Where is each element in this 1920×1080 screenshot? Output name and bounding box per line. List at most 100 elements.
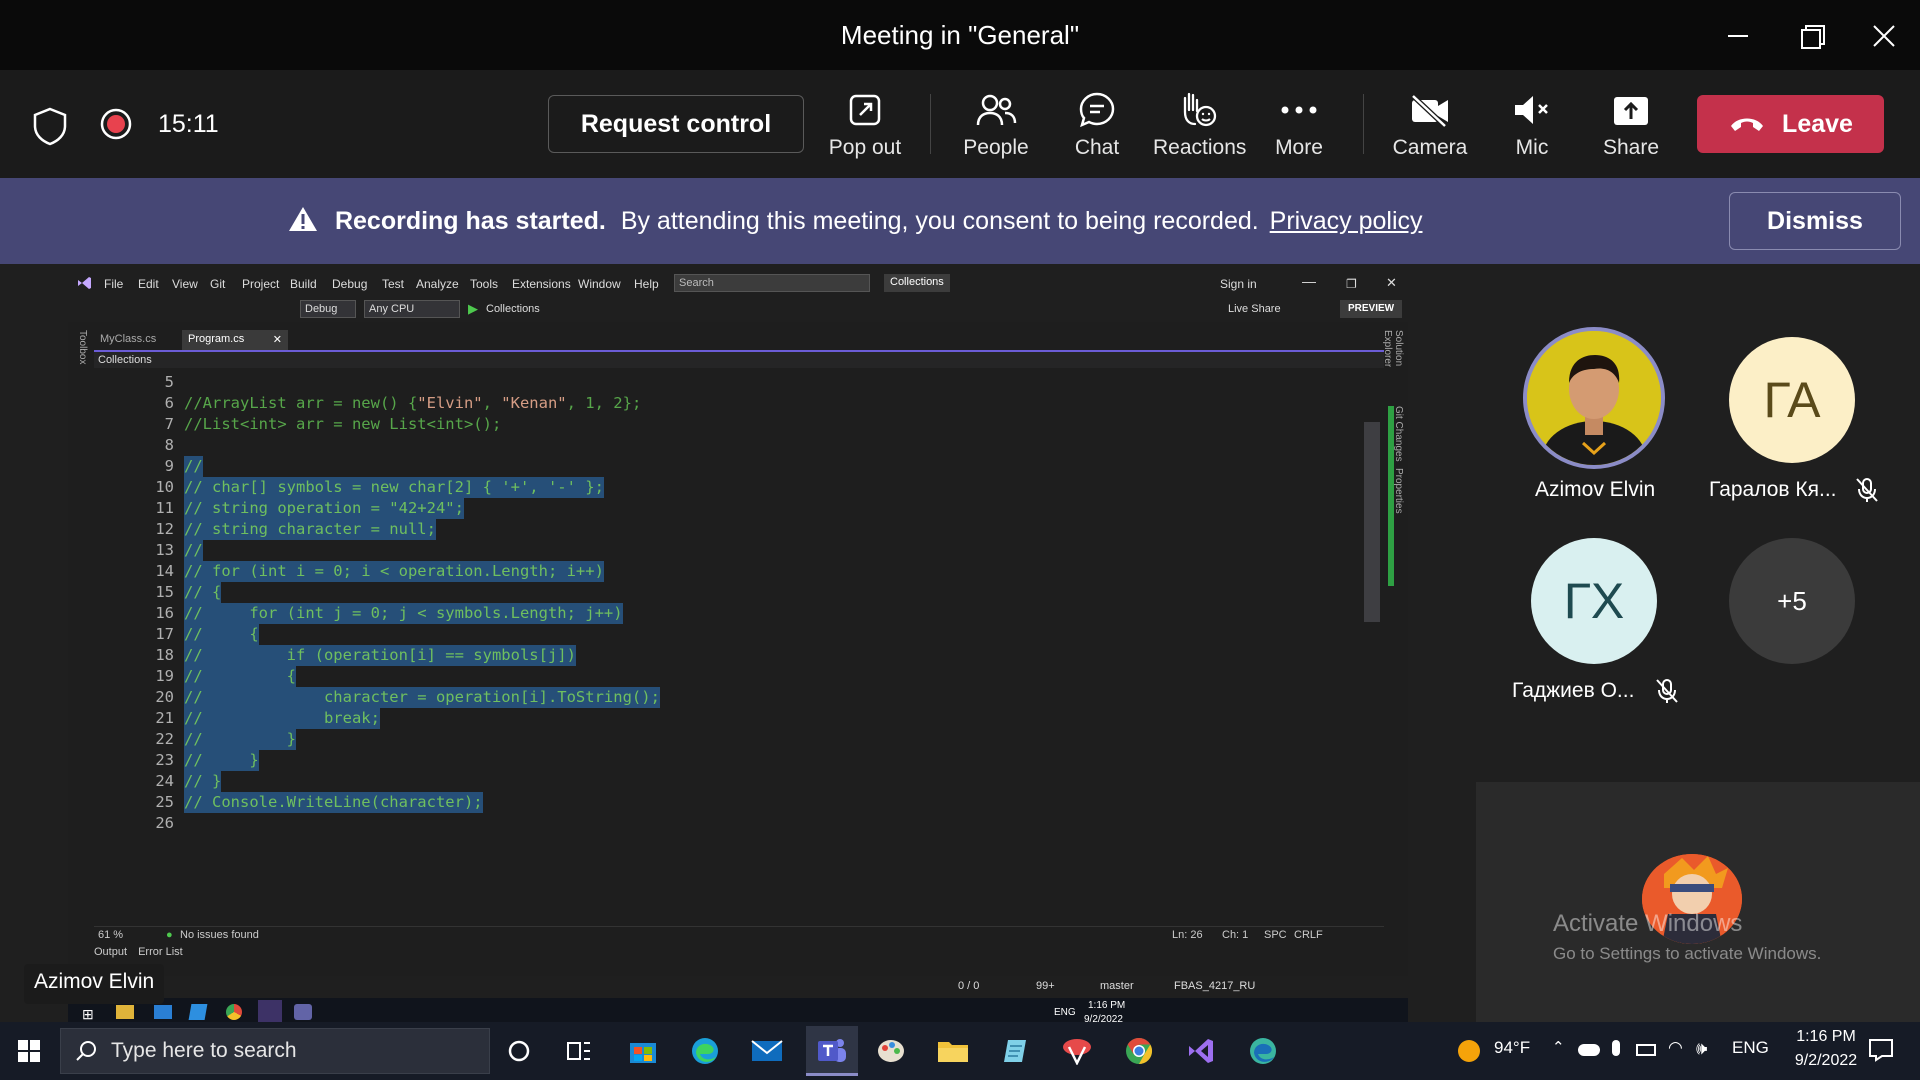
task-view-icon[interactable] — [558, 1030, 600, 1072]
show-hidden-icons-icon[interactable]: ⌃ — [1552, 1038, 1565, 1056]
input-language[interactable]: ENG — [1732, 1038, 1769, 1058]
vs-run-target[interactable]: Collections — [486, 303, 540, 315]
vs-menu-help[interactable]: Help — [634, 277, 659, 291]
vs-menu-git[interactable]: Git — [210, 277, 225, 291]
tab-close-icon[interactable]: ✕ — [273, 333, 282, 346]
vs-menu-build[interactable]: Build — [290, 277, 317, 291]
taskbar-search[interactable]: Type here to search — [60, 1028, 490, 1074]
participant-avatar-gadzhiev[interactable]: ГХ — [1531, 538, 1657, 664]
vs-sign-in[interactable]: Sign in — [1220, 277, 1257, 291]
inner-time[interactable]: 1:16 PM — [1088, 1000, 1125, 1011]
more-button[interactable]: More — [1254, 88, 1344, 160]
inner-explorer-icon[interactable] — [116, 1005, 134, 1019]
dismiss-button[interactable]: Dismiss — [1729, 192, 1901, 250]
camera-button[interactable]: Camera — [1385, 88, 1475, 160]
microphone-icon[interactable] — [1612, 1040, 1620, 1056]
weather-icon[interactable] — [1458, 1040, 1480, 1062]
code-editor[interactable]: 5 6 //ArrayList arr = new() {"Elvin", "Ken… — [94, 368, 1394, 926]
vs-live-share[interactable]: Live Share — [1228, 303, 1281, 315]
tab-myclass[interactable]: MyClass.cs — [94, 330, 176, 350]
vs-branch[interactable]: master — [1100, 980, 1134, 992]
leave-button[interactable]: Leave — [1697, 95, 1884, 153]
vs-nav-project[interactable]: Collections — [98, 354, 152, 366]
vs-line-ending[interactable]: CRLF — [1294, 929, 1323, 941]
share-button[interactable]: Share — [1586, 88, 1676, 160]
vs-repo[interactable]: FBAS_4217_RU — [1174, 980, 1255, 992]
line-number: 24 — [155, 772, 174, 790]
chrome-icon[interactable] — [1118, 1030, 1160, 1072]
pop-out-button[interactable]: Pop out — [820, 88, 910, 160]
vs-minimize-icon[interactable]: — — [1302, 273, 1316, 289]
inner-mail-icon[interactable] — [154, 1005, 172, 1019]
clock-time[interactable]: 1:16 PM — [1786, 1028, 1866, 1046]
weather-temperature[interactable]: 94°F — [1494, 1038, 1530, 1058]
vs-menu-edit[interactable]: Edit — [138, 277, 159, 291]
file-explorer-icon[interactable] — [932, 1030, 974, 1072]
more-participants-button[interactable]: +5 — [1729, 538, 1855, 664]
code-text: //ArrayList arr = new() {"Elvin", "Kenan… — [184, 394, 642, 412]
vs-toolbox-tab[interactable]: Toolbox — [72, 330, 88, 370]
privacy-policy-link[interactable]: Privacy policy — [1270, 207, 1423, 235]
snipping-tool-icon[interactable] — [1056, 1030, 1098, 1072]
vs-menu-file[interactable]: File — [104, 277, 123, 291]
vs-spacing[interactable]: SPC — [1264, 929, 1287, 941]
vs-error-list-tab[interactable]: Error List — [138, 946, 183, 958]
people-button[interactable]: People — [951, 88, 1041, 160]
vs-git-changes[interactable]: 0 / 0 — [958, 980, 979, 992]
paint-icon[interactable] — [870, 1030, 912, 1072]
start-button[interactable] — [8, 1030, 50, 1072]
vs-menu-project[interactable]: Project — [242, 277, 279, 291]
visual-studio-icon[interactable] — [1180, 1030, 1222, 1072]
vs-search-input[interactable]: Search — [674, 274, 870, 292]
pop-out-label: Pop out — [828, 136, 902, 159]
edge-icon[interactable] — [684, 1030, 726, 1072]
clock-date[interactable]: 9/2/2022 — [1786, 1052, 1866, 1070]
notes-app-icon[interactable] — [994, 1030, 1036, 1072]
cortana-icon[interactable] — [498, 1030, 540, 1072]
vs-edits-count[interactable]: 99+ — [1036, 980, 1055, 992]
vs-output-tab[interactable]: Output — [94, 946, 127, 958]
maximize-button[interactable] — [1790, 14, 1834, 58]
inner-teams-icon[interactable] — [294, 1004, 312, 1020]
notifications-icon[interactable] — [1868, 1038, 1894, 1062]
mic-button[interactable]: Mic — [1487, 88, 1577, 160]
vs-menu-window[interactable]: Window — [578, 277, 621, 291]
onedrive-icon[interactable] — [1578, 1044, 1600, 1056]
edge-dev-icon[interactable] — [1242, 1030, 1284, 1072]
inner-vscode-icon[interactable] — [188, 1004, 208, 1020]
volume-icon[interactable]: 🕪 — [1696, 1038, 1707, 1059]
vs-run-icon[interactable]: ▶ — [468, 301, 478, 317]
network-icon[interactable]: ◠ — [1668, 1038, 1683, 1058]
request-control-button[interactable]: Request control — [548, 95, 804, 153]
reactions-button[interactable]: Reactions — [1153, 88, 1246, 160]
vs-platform-select[interactable]: Any CPU — [364, 300, 460, 318]
minimize-button[interactable] — [1716, 14, 1760, 58]
inner-lang[interactable]: ENG — [1054, 1007, 1076, 1018]
vs-menu-analyze[interactable]: Analyze — [416, 277, 459, 291]
vs-menu-view[interactable]: View — [172, 277, 198, 291]
chat-button[interactable]: Chat — [1052, 88, 1142, 160]
close-button[interactable] — [1862, 14, 1906, 58]
vs-menu-debug[interactable]: Debug — [332, 277, 367, 291]
participant-avatar-azimov[interactable] — [1523, 327, 1665, 469]
vs-zoom[interactable]: 61 % — [98, 929, 123, 941]
vs-issues[interactable]: No issues found — [180, 929, 259, 941]
battery-icon[interactable] — [1636, 1044, 1656, 1056]
teams-taskbar-icon[interactable] — [806, 1026, 858, 1076]
vs-restore-icon[interactable]: ❐ — [1346, 277, 1357, 291]
vs-menu-test[interactable]: Test — [382, 277, 404, 291]
vs-solution-explorer-tab[interactable]: Solution Explorer — [1382, 330, 1404, 400]
self-view[interactable]: Activate Windows Go to Settings to activ… — [1476, 782, 1920, 1022]
vs-close-icon[interactable]: ✕ — [1386, 275, 1397, 291]
vs-config-select[interactable]: Debug — [300, 300, 356, 318]
vs-scrollbar[interactable] — [1364, 422, 1380, 622]
participant-avatar-garalov[interactable]: ГА — [1729, 337, 1855, 463]
mail-icon[interactable] — [746, 1030, 788, 1072]
inner-chrome-icon[interactable] — [226, 1004, 242, 1020]
inner-start-icon[interactable]: ⊞ — [82, 1006, 94, 1023]
store-icon[interactable] — [622, 1030, 664, 1072]
vs-menu-tools[interactable]: Tools — [470, 277, 498, 291]
tab-program[interactable]: Program.cs ✕ — [182, 330, 288, 350]
vs-menu-extensions[interactable]: Extensions — [512, 277, 571, 291]
line-number: 18 — [155, 646, 174, 664]
